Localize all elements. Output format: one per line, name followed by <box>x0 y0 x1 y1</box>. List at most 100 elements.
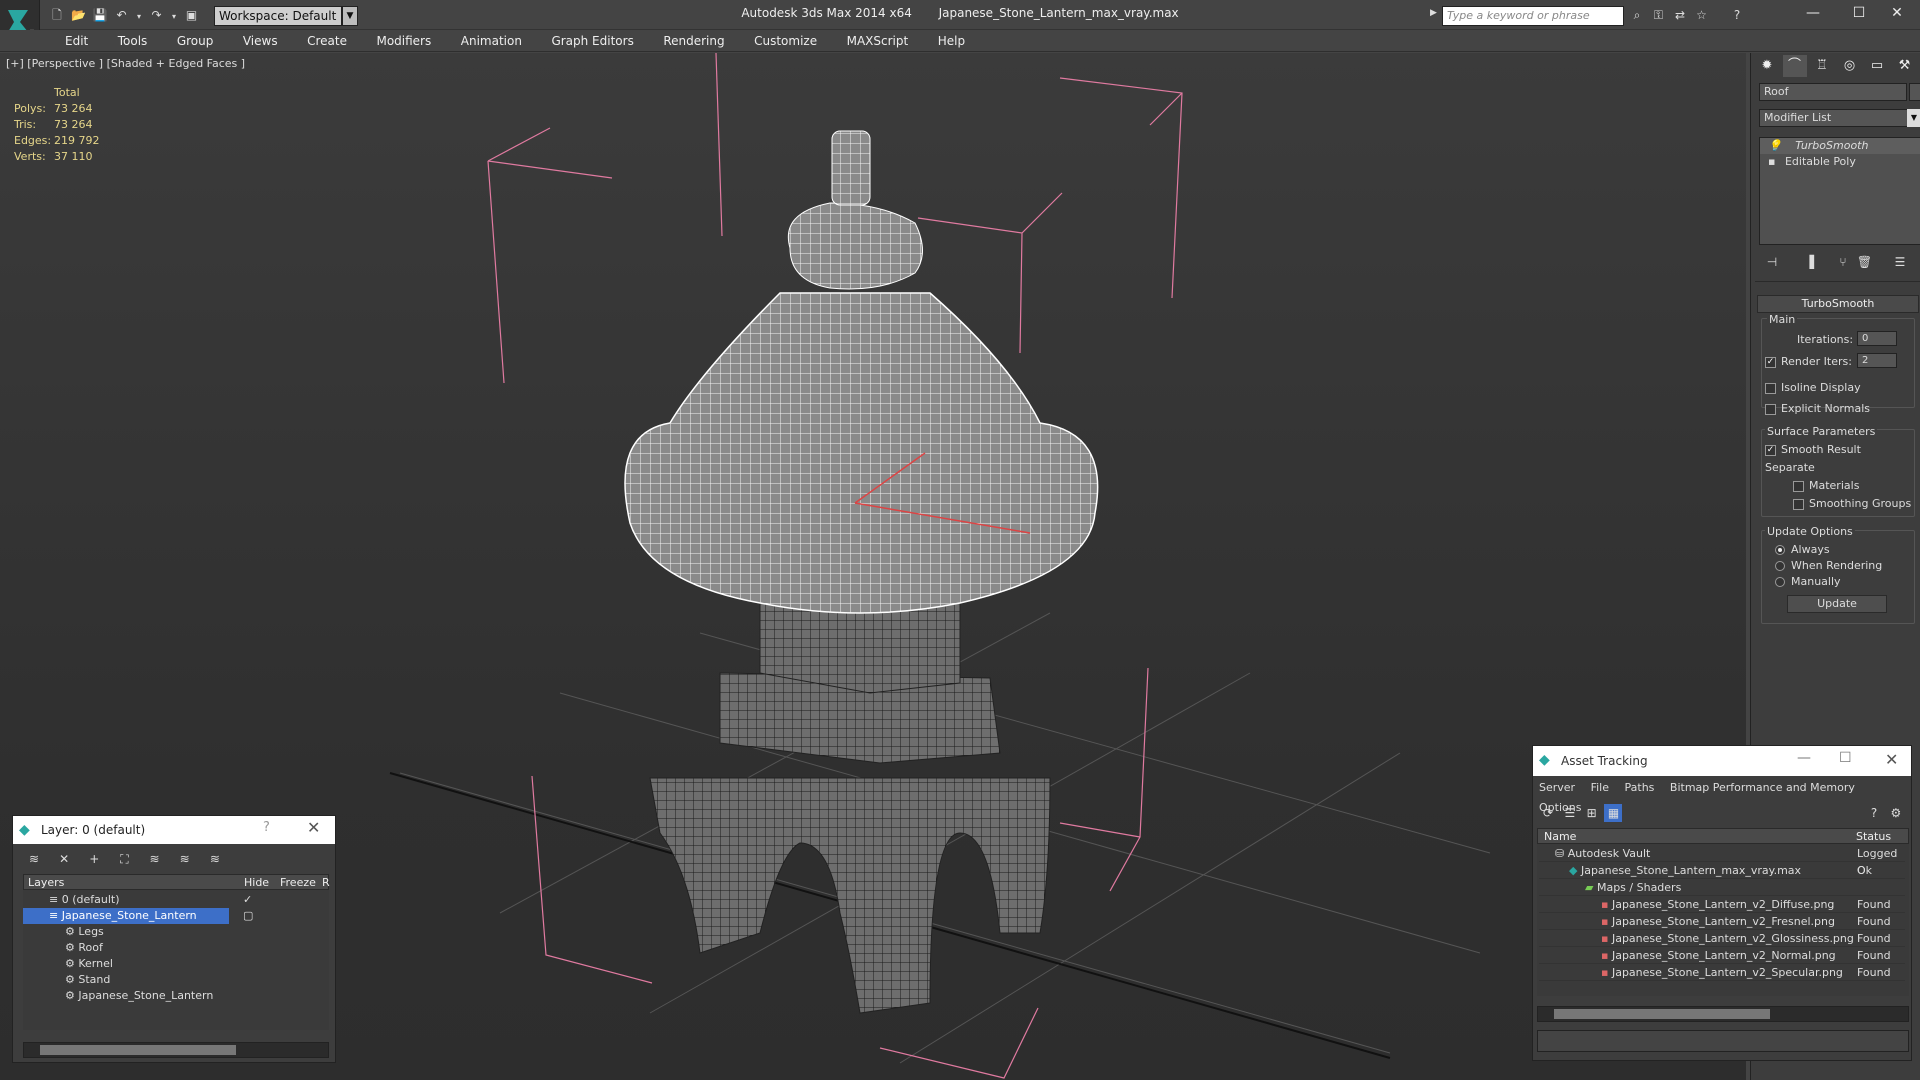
menu-help[interactable]: Help <box>925 30 978 52</box>
save-icon[interactable]: 💾 <box>91 6 109 24</box>
menu-create[interactable]: Create <box>294 30 360 52</box>
search-expand-icon[interactable]: ▶ <box>1430 8 1440 24</box>
freeze-all-icon[interactable]: ≋ <box>206 850 224 868</box>
scrollbar-thumb[interactable] <box>40 1045 236 1055</box>
help-icon[interactable]: ? <box>1865 804 1883 822</box>
close-button[interactable]: ✕ <box>1874 0 1920 26</box>
list-view-icon[interactable]: ☰ <box>1561 804 1579 822</box>
minimize-icon[interactable]: — <box>1797 750 1811 766</box>
menu-animation[interactable]: Animation <box>448 30 535 52</box>
show-end-result-icon[interactable]: ▐ <box>1801 253 1819 271</box>
update-button[interactable]: Update <box>1787 595 1887 613</box>
turbosmooth-rollout-header[interactable]: TurboSmooth <box>1757 295 1919 313</box>
stack-item-turbosmooth[interactable]: 💡 TurboSmooth <box>1760 138 1920 154</box>
exchange-icon[interactable]: ⇄ <box>1671 6 1689 24</box>
refresh-icon[interactable]: ⟳ <box>1539 804 1557 822</box>
list-item[interactable]: ⚙ Japanese_Stone_Lantern <box>23 988 321 1004</box>
redo-icon[interactable]: ↷ <box>148 6 166 24</box>
table-row[interactable]: ▪ Japanese_Stone_Lantern_v2_Specular.png… <box>1539 964 1905 981</box>
chevron-down-icon[interactable]: ▼ <box>1907 109 1920 127</box>
menu-modifiers[interactable]: Modifiers <box>363 30 444 52</box>
menu-group[interactable]: Group <box>164 30 227 52</box>
list-item[interactable]: ≡ Japanese_Stone_Lantern ▢ <box>23 908 321 924</box>
binoculars-icon[interactable]: ⌕ <box>1628 6 1646 24</box>
when-rendering-radio[interactable] <box>1775 561 1785 571</box>
workspace-select[interactable]: Workspace: Default <box>214 6 342 26</box>
table-view-icon[interactable]: ▦ <box>1604 804 1623 822</box>
current-layer-icon[interactable]: ▢ <box>243 908 253 924</box>
col-freeze[interactable]: Freeze <box>280 876 316 889</box>
project-folder-icon[interactable]: ▣ <box>183 6 201 24</box>
settings-icon[interactable]: ⚙ <box>1887 804 1905 822</box>
horizontal-scrollbar[interactable] <box>23 1042 329 1058</box>
list-item[interactable]: ≡ 0 (default) ✓ <box>23 892 321 908</box>
help-icon[interactable]: ? <box>1728 6 1746 24</box>
key-icon[interactable]: ⚿ <box>1650 6 1668 24</box>
minimize-button[interactable]: — <box>1790 0 1836 26</box>
lantern-roof-mesh[interactable] <box>624 292 1099 614</box>
redo-dropdown-icon[interactable]: ▾ <box>169 8 179 26</box>
display-tab-icon[interactable]: ▭ <box>1865 55 1889 77</box>
table-row[interactable]: ◆ Japanese_Stone_Lantern_max_vray.max Ok <box>1539 862 1905 879</box>
make-unique-icon[interactable]: ⑂ <box>1834 253 1852 271</box>
hide-all-icon[interactable]: ≋ <box>176 850 194 868</box>
lantern-legs-mesh[interactable] <box>649 777 1051 1014</box>
pin-stack-icon[interactable]: ⊣ <box>1763 253 1781 271</box>
close-icon[interactable]: ✕ <box>1885 750 1898 769</box>
col-layers[interactable]: Layers <box>28 876 64 889</box>
remove-modifier-icon[interactable]: 🗑 <box>1856 253 1874 271</box>
table-row[interactable]: ▪ Japanese_Stone_Lantern_v2_Diffuse.png F… <box>1539 896 1905 913</box>
tree-view-icon[interactable]: ⊞ <box>1583 804 1601 822</box>
asset-menu-paths[interactable]: Paths <box>1625 781 1655 794</box>
explicit-normals-checkbox[interactable] <box>1765 403 1776 415</box>
undo-icon[interactable]: ↶ <box>113 6 131 24</box>
create-tab-icon[interactable]: ✹ <box>1755 55 1779 77</box>
configure-sets-icon[interactable]: ☰ <box>1891 253 1909 271</box>
col-name[interactable]: Name <box>1544 830 1576 843</box>
smoothing-groups-checkbox[interactable] <box>1793 498 1804 510</box>
lantern-spire-mesh[interactable] <box>831 130 871 206</box>
stack-item-editable-poly[interactable]: ▪ Editable Poly <box>1760 154 1920 170</box>
motion-tab-icon[interactable]: ◎ <box>1838 55 1862 77</box>
lantern-finial-mesh[interactable] <box>788 202 923 290</box>
highlight-layer-icon[interactable]: ≋ <box>146 850 164 868</box>
isoline-display-checkbox[interactable] <box>1765 382 1776 394</box>
menu-rendering[interactable]: Rendering <box>650 30 737 52</box>
modify-tab-icon[interactable]: ⌒ <box>1782 55 1807 77</box>
maximize-icon[interactable]: ☐ <box>1839 750 1852 766</box>
menu-views[interactable]: Views <box>230 30 291 52</box>
expand-icon[interactable]: ▪ <box>1768 155 1775 168</box>
list-item[interactable]: ⚙ Kernel <box>23 956 321 972</box>
new-layer-icon[interactable]: ≋ <box>25 850 43 868</box>
menu-graph-editors[interactable]: Graph Editors <box>538 30 646 52</box>
menu-maxscript[interactable]: MAXScript <box>834 30 922 52</box>
delete-layer-icon[interactable]: ✕ <box>55 850 73 868</box>
always-radio[interactable] <box>1775 545 1785 555</box>
render-iters-checkbox[interactable]: ✓ <box>1765 356 1776 368</box>
table-row[interactable]: ▰ Maps / Shaders <box>1539 879 1905 896</box>
asset-menu-file[interactable]: File <box>1591 781 1609 794</box>
table-row[interactable]: ▪ Japanese_Stone_Lantern_v2_Glossiness.p… <box>1539 930 1905 947</box>
table-row[interactable]: ▪ Japanese_Stone_Lantern_v2_Normal.png Fo… <box>1539 947 1905 964</box>
materials-checkbox[interactable] <box>1793 480 1804 492</box>
help-icon[interactable]: ? <box>263 820 270 835</box>
list-item[interactable]: ⚙ Stand <box>23 972 321 988</box>
manually-radio[interactable] <box>1775 577 1785 587</box>
undo-dropdown-icon[interactable]: ▾ <box>134 8 144 26</box>
list-item[interactable]: ⚙ Legs <box>23 924 321 940</box>
modifier-list-dropdown[interactable]: Modifier List <box>1759 109 1909 127</box>
asset-menu-bitmap[interactable]: Bitmap Performance and Memory <box>1670 781 1855 794</box>
select-objects-icon[interactable]: ⛶ <box>115 850 133 868</box>
new-file-icon[interactable]: 🗋 <box>48 6 66 24</box>
render-iters-spinner[interactable]: 2 <box>1857 353 1897 368</box>
menu-tools[interactable]: Tools <box>105 30 161 52</box>
smooth-result-checkbox[interactable]: ✓ <box>1765 444 1776 456</box>
asset-path-field[interactable] <box>1537 1030 1909 1052</box>
open-file-icon[interactable]: 📂 <box>70 6 88 24</box>
hierarchy-tab-icon[interactable]: ♖ <box>1810 55 1834 77</box>
bulb-icon[interactable]: 💡 <box>1768 139 1782 152</box>
scrollbar-thumb[interactable] <box>1554 1009 1770 1019</box>
chevron-down-icon[interactable]: ▼ <box>342 6 358 26</box>
object-color-swatch[interactable] <box>1909 83 1920 101</box>
asset-menu-server[interactable]: Server <box>1539 781 1575 794</box>
